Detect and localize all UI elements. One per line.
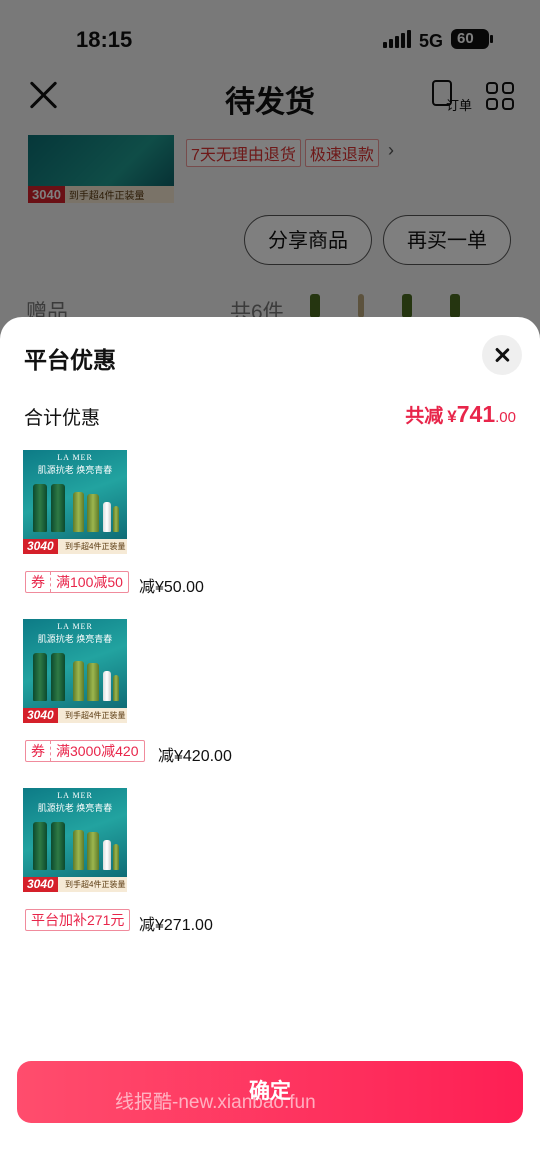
- thumb-price-badge: 3040: [23, 877, 58, 892]
- coupon-type: 券: [26, 572, 51, 592]
- thumb-price-banner: 3040 到手超4件正装量: [23, 539, 127, 554]
- total-decimal: .00: [495, 409, 516, 426]
- thumb-price-banner: 3040 到手超4件正装量: [23, 877, 127, 892]
- item-discount: 减¥271.00: [139, 917, 213, 934]
- coupon-text: 平台加补271元: [31, 912, 125, 928]
- sheet-title: 平台优惠: [24, 347, 116, 373]
- thumb-brand: LA MER: [57, 622, 93, 631]
- thumb-price-note: 到手超4件正装量: [65, 880, 126, 889]
- sheet-close-button[interactable]: [482, 335, 522, 375]
- item-discount: 减¥50.00: [139, 579, 204, 596]
- coupon-type: 券: [26, 741, 51, 761]
- watermark: 线报酷-new.xianbao.fun: [115, 1092, 316, 1113]
- product-thumbnail[interactable]: LA MER 肌源抗老 焕亮青春 3040 到手超4件正装量: [23, 619, 127, 723]
- thumb-brand: LA MER: [57, 453, 93, 462]
- discount-item: LA MER 肌源抗老 焕亮青春 3040 到手超4件正装量 券 满3000减42…: [23, 619, 443, 769]
- total-currency: ¥: [447, 407, 457, 426]
- bottles-image: [29, 814, 121, 870]
- thumb-slogan: 肌源抗老 焕亮青春: [37, 803, 113, 813]
- platform-discount-sheet: 平台优惠 合计优惠 共减 ¥741.00 LA MER 肌源抗老 焕亮青春 304…: [0, 317, 540, 1173]
- thumb-slogan: 肌源抗老 焕亮青春: [37, 634, 113, 644]
- thumb-price-badge: 3040: [23, 539, 58, 554]
- product-thumbnail[interactable]: LA MER 肌源抗老 焕亮青春 3040 到手超4件正装量: [23, 450, 127, 554]
- coupon-tag: 券 满100减50: [25, 571, 129, 593]
- thumb-price-banner: 3040 到手超4件正装量: [23, 708, 127, 723]
- thumb-slogan: 肌源抗老 焕亮青春: [37, 465, 113, 475]
- total-discount-row: 合计优惠 共减 ¥741.00: [24, 401, 516, 431]
- total-discount-label: 合计优惠: [24, 408, 101, 429]
- total-prefix: 共减: [405, 406, 444, 427]
- bottles-image: [29, 645, 121, 701]
- coupon-tag: 券 满3000减420: [25, 740, 145, 762]
- discount-item: LA MER 肌源抗老 焕亮青春 3040 到手超4件正装量 平台加补271元 减…: [23, 788, 443, 938]
- item-discount: 减¥420.00: [158, 748, 232, 765]
- bottles-image: [29, 476, 121, 532]
- discount-item: LA MER 肌源抗老 焕亮青春 3040 到手超4件正装量 券 满100减50 …: [23, 450, 443, 600]
- total-integer: 741: [456, 401, 496, 427]
- thumb-brand: LA MER: [57, 791, 93, 800]
- thumb-price-badge: 3040: [23, 708, 58, 723]
- coupon-tag: 平台加补271元: [25, 909, 131, 931]
- product-thumbnail[interactable]: LA MER 肌源抗老 焕亮青春 3040 到手超4件正装量: [23, 788, 127, 892]
- coupon-text: 满100减50: [56, 574, 123, 590]
- thumb-price-note: 到手超4件正装量: [65, 711, 126, 720]
- coupon-text: 满3000减420: [56, 743, 139, 759]
- thumb-price-note: 到手超4件正装量: [65, 542, 126, 551]
- total-discount-value: 共减 ¥741.00: [405, 401, 516, 428]
